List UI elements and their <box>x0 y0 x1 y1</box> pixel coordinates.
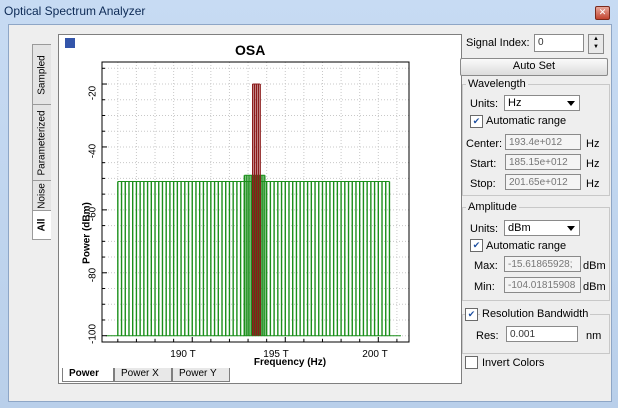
stop-input[interactable]: 201.65e+012 <box>505 174 581 190</box>
min-input[interactable]: -104.01815908 <box>504 277 581 293</box>
max-label: Max: <box>474 260 498 272</box>
res-input[interactable]: 0.001 <box>506 326 578 342</box>
signal-index-label: Signal Index: <box>466 37 530 49</box>
amplitude-auto-range-label: Automatic range <box>486 240 567 252</box>
window: Optical Spectrum Analyzer ✕ Sampled Para… <box>0 0 618 408</box>
stop-unit: Hz <box>586 178 600 190</box>
signal-index-spinner[interactable]: ▲ ▼ <box>588 34 604 54</box>
center-input[interactable]: 193.4e+012 <box>505 134 581 150</box>
spinner-down-icon[interactable]: ▼ <box>589 43 603 51</box>
y-tick-label: -80 <box>87 267 99 283</box>
y-tick-label: -60 <box>87 206 99 222</box>
start-label: Start: <box>470 158 497 170</box>
res-unit: nm <box>586 330 602 342</box>
start-unit: Hz <box>586 158 600 170</box>
tab-power-y-label: Power Y <box>179 368 217 379</box>
stop-label: Stop: <box>470 178 496 190</box>
min-unit: dBm <box>583 281 606 293</box>
min-label: Min: <box>474 281 495 293</box>
invert-colors-label: Invert Colors <box>482 357 545 369</box>
wavelength-group-title: Wavelength <box>466 78 528 90</box>
invert-colors-checkbox[interactable] <box>465 356 478 369</box>
y-tick-label: -20 <box>87 85 99 101</box>
chevron-down-icon <box>567 101 575 106</box>
resolution-checkbox[interactable]: ✔ <box>465 308 478 321</box>
start-input[interactable]: 185.15e+012 <box>505 154 581 170</box>
y-tick-label: -100 <box>87 323 99 345</box>
amplitude-units-select[interactable]: dBm <box>504 220 580 236</box>
tab-power-y[interactable]: Power Y <box>172 368 230 382</box>
x-axis-label: Frequency (Hz) <box>253 357 327 368</box>
wavelength-units-label: Units: <box>470 98 499 110</box>
max-input[interactable]: -15.61865928; <box>504 256 581 272</box>
amplitude-group-title: Amplitude <box>466 201 519 213</box>
max-unit: dBm <box>583 260 606 272</box>
center-label: Center: <box>466 138 503 150</box>
y-tick-label: -40 <box>87 143 99 159</box>
wavelength-auto-range-checkbox[interactable]: ✔ <box>470 115 483 128</box>
chevron-down-icon <box>567 226 575 231</box>
amplitude-units-label: Units: <box>470 223 499 235</box>
amplitude-units-value: dBm <box>508 222 531 234</box>
amplitude-auto-range-checkbox[interactable]: ✔ <box>470 239 483 252</box>
wavelength-units-value: Hz <box>508 97 522 109</box>
tab-power-x-label: Power X <box>121 368 159 379</box>
signal-index-input[interactable]: 0 <box>534 34 584 52</box>
tab-power-label: Power <box>69 368 100 379</box>
res-label: Res: <box>476 330 499 342</box>
wavelength-units-select[interactable]: Hz <box>504 95 580 111</box>
resolution-group-title: Resolution Bandwidth <box>480 308 591 320</box>
center-unit: Hz <box>586 138 600 150</box>
tab-power-x[interactable]: Power X <box>114 368 172 382</box>
auto-set-button[interactable]: Auto Set <box>460 58 608 76</box>
wavelength-auto-range-label: Automatic range <box>486 115 567 127</box>
tab-power[interactable]: Power <box>62 368 114 382</box>
spinner-up-icon[interactable]: ▲ <box>589 35 603 43</box>
